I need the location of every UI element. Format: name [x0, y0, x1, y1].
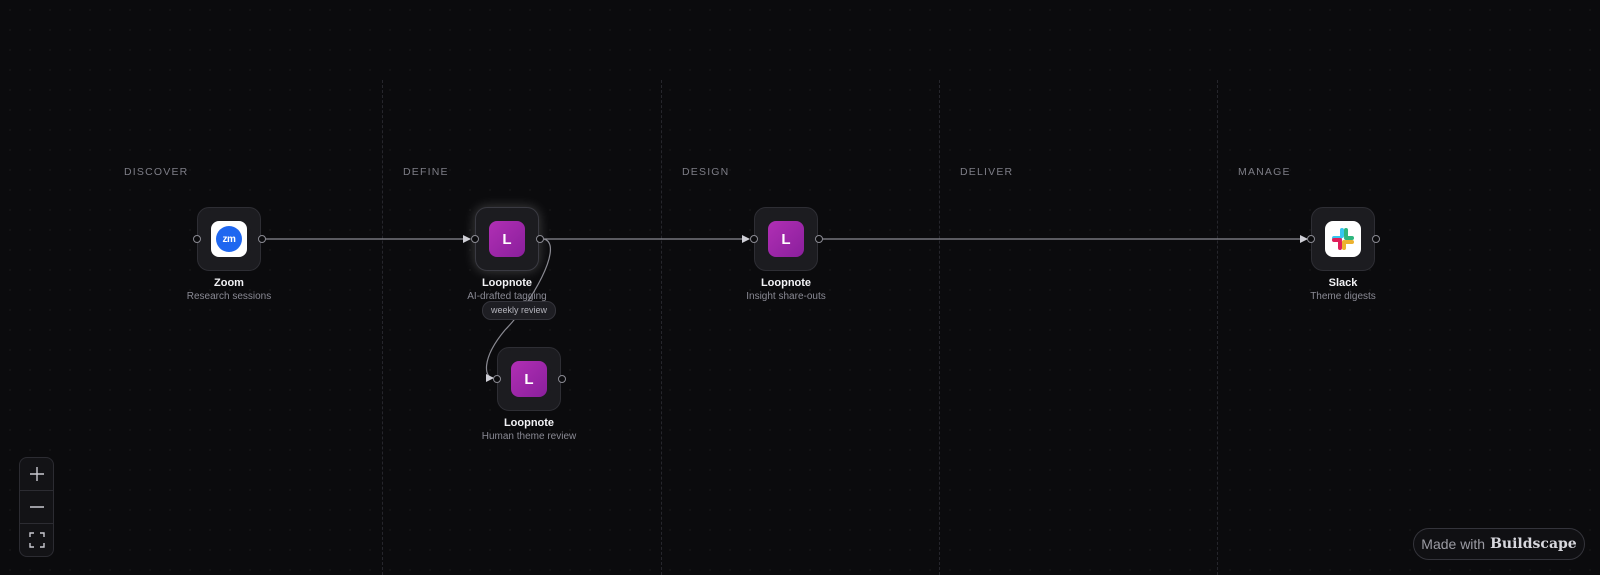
node-zoom[interactable]: zm Zoom Research sessions — [187, 207, 271, 302]
stage-label-define: DEFINE — [403, 166, 449, 178]
node-slack[interactable]: Slack Theme digests — [1307, 207, 1380, 302]
fit-view-button[interactable] — [20, 524, 53, 556]
stage-divider — [382, 80, 383, 575]
stage-label-manage: MANAGE — [1238, 166, 1291, 178]
node-title: Loopnote — [760, 277, 812, 289]
stage-divider — [661, 80, 662, 575]
made-with-badge[interactable]: Made with Buildscape — [1413, 528, 1585, 560]
stage-label-discover: DISCOVER — [124, 166, 189, 178]
zoom-in-button[interactable] — [20, 458, 53, 491]
node-title: Zoom — [214, 277, 244, 289]
node-loopnote-tagging[interactable]: L Loopnote AI-drafted tagging — [467, 207, 547, 302]
badge-brand: Buildscape — [1490, 536, 1577, 552]
input-handle[interactable] — [1307, 235, 1315, 243]
stage-divider — [939, 80, 940, 575]
zoom-out-button[interactable] — [20, 491, 53, 524]
node-title: Loopnote — [481, 277, 533, 289]
zoom-logo-icon: zm — [216, 226, 242, 252]
node-title: Loopnote — [503, 417, 555, 429]
node-subtitle: Research sessions — [186, 291, 272, 302]
zoom-logo-tile: zm — [211, 221, 247, 257]
input-handle[interactable] — [193, 235, 201, 243]
edge-label-weekly-review[interactable]: weekly review — [482, 301, 557, 320]
slack-logo-tile — [1325, 221, 1361, 257]
output-handle[interactable] — [258, 235, 266, 243]
input-handle[interactable] — [750, 235, 758, 243]
stage-label-design: DESIGN — [682, 166, 730, 178]
fit-view-icon — [28, 532, 45, 548]
slack-logo-icon — [1332, 228, 1354, 250]
node-subtitle: Theme digests — [1310, 291, 1376, 302]
output-handle[interactable] — [815, 235, 823, 243]
loopnote-logo-icon: L — [489, 221, 525, 257]
stage-divider — [1217, 80, 1218, 575]
input-handle[interactable] — [493, 375, 501, 383]
canvas-controls — [19, 457, 54, 557]
output-handle[interactable] — [536, 235, 544, 243]
input-handle[interactable] — [471, 235, 479, 243]
minus-icon — [29, 506, 44, 508]
node-subtitle: Insight share-outs — [746, 291, 826, 302]
loopnote-logo-icon: L — [511, 361, 547, 397]
node-loopnote-shareouts[interactable]: L Loopnote Insight share-outs — [746, 207, 826, 302]
node-subtitle: Human theme review — [481, 431, 577, 442]
stage-label-deliver: DELIVER — [960, 166, 1014, 178]
output-handle[interactable] — [558, 375, 566, 383]
node-title: Slack — [1328, 277, 1358, 289]
output-handle[interactable] — [1372, 235, 1380, 243]
loopnote-logo-icon: L — [768, 221, 804, 257]
badge-prefix: Made with — [1421, 536, 1486, 552]
plus-icon — [29, 467, 44, 481]
node-loopnote-review[interactable]: L Loopnote Human theme review — [482, 347, 576, 442]
